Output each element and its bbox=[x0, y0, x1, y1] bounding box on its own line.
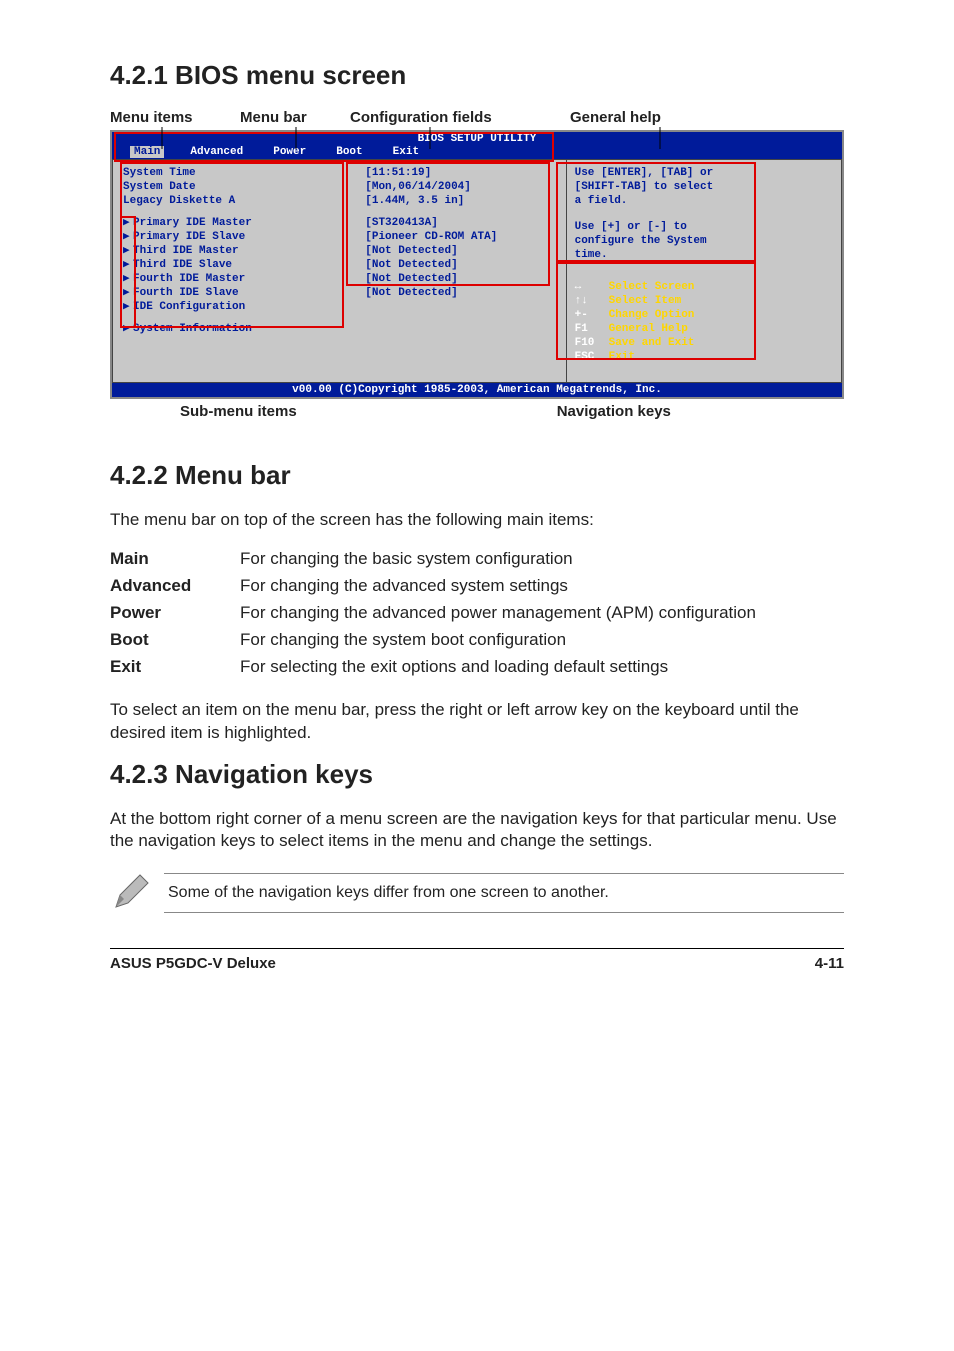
menubar-key: Exit bbox=[110, 654, 240, 681]
navkeys-para-text: At the bottom right corner of a menu scr… bbox=[110, 808, 844, 854]
bios-menu-boot[interactable]: Boot bbox=[336, 146, 362, 158]
navkey-desc: Exit bbox=[609, 351, 635, 363]
menubar-desc: For changing the system boot configurati… bbox=[240, 627, 756, 654]
section-heading-4-2-1: 4.2.1 BIOS menu screen bbox=[110, 60, 844, 91]
row-fourth-master-label[interactable]: Fourth IDE Master bbox=[133, 273, 245, 285]
annot-general-help: General help bbox=[570, 109, 720, 126]
footer-page-number: 4-11 bbox=[815, 955, 844, 972]
navkey-key: ↔ bbox=[575, 280, 609, 294]
bios-title: BIOS SETUP UTILITY bbox=[112, 132, 842, 145]
bios-nav-keys: ↔Select Screen ↑↓Select Item +-Change Op… bbox=[575, 280, 833, 364]
row-ide-config-label[interactable]: IDE Configuration bbox=[133, 301, 245, 313]
annot-menu-bar: Menu bar bbox=[240, 109, 350, 126]
row-third-slave-value: [Not Detected] bbox=[365, 258, 555, 272]
navkey-desc: Change Option bbox=[609, 309, 695, 321]
row-legacy-diskette-value[interactable]: [1.44M, 3.5 in] bbox=[365, 194, 555, 208]
row-third-master-label[interactable]: Third IDE Master bbox=[133, 245, 239, 257]
bios-menu-main[interactable]: Main bbox=[130, 146, 164, 158]
row-system-time-label[interactable]: System Time bbox=[123, 166, 365, 180]
row-fourth-slave-value: [Not Detected] bbox=[365, 286, 555, 300]
bottom-annotations: Sub-menu items Navigation keys bbox=[110, 403, 844, 420]
section-heading-4-2-3: 4.2.3 Navigation keys bbox=[110, 759, 844, 790]
section-heading-4-2-2: 4.2.2 Menu bar bbox=[110, 460, 844, 491]
help-line: a field. bbox=[575, 194, 833, 208]
row-primary-slave-value: [Pioneer CD-ROM ATA] bbox=[365, 230, 555, 244]
triangle-icon: ▶ bbox=[123, 244, 133, 258]
row-primary-master-value: [ST320413A] bbox=[365, 216, 555, 230]
bios-copyright: v00.00 (C)Copyright 1985-2003, American … bbox=[112, 383, 842, 397]
row-primary-slave-label[interactable]: Primary IDE Slave bbox=[133, 231, 245, 243]
bios-menu-bar: Main Advanced Power Boot Exit bbox=[112, 145, 842, 159]
triangle-icon: ▶ bbox=[123, 258, 133, 272]
annot-config-fields: Configuration fields bbox=[350, 109, 570, 126]
menubar-key: Main bbox=[110, 546, 240, 573]
navkey-key: F1 bbox=[575, 322, 609, 336]
navkey-desc: Select Screen bbox=[609, 281, 695, 293]
row-third-master-value: [Not Detected] bbox=[365, 244, 555, 258]
annot-navigation-keys: Navigation keys bbox=[557, 403, 671, 420]
bios-right-pane: Use [ENTER], [TAB] or [SHIFT-TAB] to sel… bbox=[567, 159, 842, 383]
bios-screenshot-container: Menu items Menu bar Configuration fields… bbox=[110, 109, 844, 420]
bios-menu-exit[interactable]: Exit bbox=[393, 146, 419, 158]
menubar-intro-text: The menu bar on top of the screen has th… bbox=[110, 509, 844, 532]
bios-panel: BIOS SETUP UTILITY Main Advanced Power B… bbox=[110, 130, 844, 399]
menubar-key: Boot bbox=[110, 627, 240, 654]
triangle-icon: ▶ bbox=[123, 322, 133, 336]
annot-menu-items: Menu items bbox=[110, 109, 240, 126]
menubar-key: Power bbox=[110, 600, 240, 627]
row-system-date-value[interactable]: [Mon,06/14/2004] bbox=[365, 180, 555, 194]
navkey-desc: General Help bbox=[609, 323, 688, 335]
help-line: [SHIFT-TAB] to select bbox=[575, 180, 833, 194]
help-line: Use [ENTER], [TAB] or bbox=[575, 166, 833, 180]
navkey-desc: Select Item bbox=[609, 295, 682, 307]
triangle-icon: ▶ bbox=[123, 286, 133, 300]
navkey-key: ESC bbox=[575, 350, 609, 364]
row-legacy-diskette-label[interactable]: Legacy Diskette A bbox=[123, 194, 365, 208]
row-system-time-value[interactable]: [11:51:19] bbox=[365, 166, 555, 180]
page-footer: ASUS P5GDC-V Deluxe 4-11 bbox=[110, 948, 844, 972]
triangle-icon: ▶ bbox=[123, 216, 133, 230]
bios-menu-advanced[interactable]: Advanced bbox=[190, 146, 243, 158]
navkey-key: +- bbox=[575, 308, 609, 322]
help-line: configure the System bbox=[575, 234, 833, 248]
menubar-key: Advanced bbox=[110, 573, 240, 600]
menubar-desc-table: MainFor changing the basic system config… bbox=[110, 546, 756, 681]
note-text: Some of the navigation keys differ from … bbox=[164, 873, 844, 913]
row-system-date-label[interactable]: System Date bbox=[123, 180, 365, 194]
footer-product: ASUS P5GDC-V Deluxe bbox=[110, 955, 276, 972]
triangle-icon: ▶ bbox=[123, 272, 133, 286]
bios-menu-power[interactable]: Power bbox=[273, 146, 306, 158]
menubar-outro-text: To select an item on the menu bar, press… bbox=[110, 699, 844, 745]
help-line: time. bbox=[575, 248, 833, 262]
annot-submenu-items: Sub-menu items bbox=[180, 403, 297, 420]
pencil-icon bbox=[110, 867, 156, 918]
row-system-info-label[interactable]: System Information bbox=[133, 323, 252, 335]
menubar-desc: For changing the advanced system setting… bbox=[240, 573, 756, 600]
bios-left-pane: System Time[11:51:19] System Date[Mon,06… bbox=[112, 159, 567, 383]
note-box: Some of the navigation keys differ from … bbox=[110, 867, 844, 918]
menubar-desc: For selecting the exit options and loadi… bbox=[240, 654, 756, 681]
row-fourth-master-value: [Not Detected] bbox=[365, 272, 555, 286]
row-primary-master-label[interactable]: Primary IDE Master bbox=[133, 217, 252, 229]
menubar-desc: For changing the advanced power manageme… bbox=[240, 600, 756, 627]
menubar-desc: For changing the basic system configurat… bbox=[240, 546, 756, 573]
triangle-icon: ▶ bbox=[123, 300, 133, 314]
triangle-icon: ▶ bbox=[123, 230, 133, 244]
top-annotations: Menu items Menu bar Configuration fields… bbox=[110, 109, 844, 126]
row-third-slave-label[interactable]: Third IDE Slave bbox=[133, 259, 232, 271]
navkey-key: F10 bbox=[575, 336, 609, 350]
help-line: Use [+] or [-] to bbox=[575, 220, 833, 234]
navkey-key: ↑↓ bbox=[575, 294, 609, 308]
navkey-desc: Save and Exit bbox=[609, 337, 695, 349]
row-fourth-slave-label[interactable]: Fourth IDE Slave bbox=[133, 287, 239, 299]
